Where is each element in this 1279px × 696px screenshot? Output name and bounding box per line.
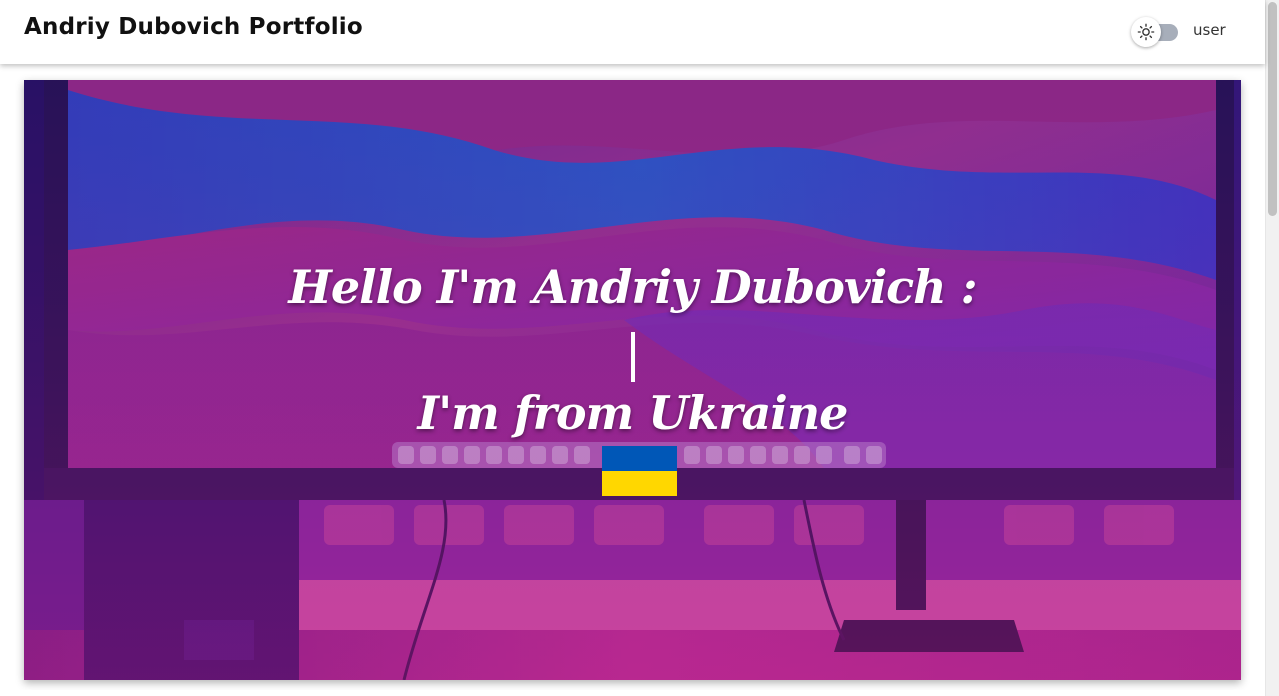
content-below-fold bbox=[0, 690, 1265, 696]
ukraine-flag-icon bbox=[602, 446, 677, 496]
theme-toggle-switch[interactable] bbox=[1131, 17, 1179, 47]
toggle-thumb[interactable] bbox=[1131, 17, 1161, 47]
typing-cursor bbox=[631, 332, 635, 382]
app-bar: Andriy Dubovich Portfolio user bbox=[0, 0, 1265, 64]
flag-blue-stripe bbox=[602, 446, 677, 471]
sun-icon bbox=[1137, 23, 1155, 41]
scrollbar-thumb[interactable] bbox=[1268, 2, 1277, 216]
vertical-scrollbar[interactable] bbox=[1265, 0, 1279, 696]
user-label[interactable]: user bbox=[1193, 21, 1226, 39]
site-title[interactable]: Andriy Dubovich Portfolio bbox=[24, 14, 363, 40]
hero-greeting: Hello I'm Andriy Dubovich : bbox=[288, 260, 977, 314]
page: Andriy Dubovich Portfolio user Hello I'm… bbox=[0, 0, 1279, 696]
hero-origin: I'm from Ukraine bbox=[417, 386, 849, 440]
hero-banner: Hello I'm Andriy Dubovich : I'm from Ukr… bbox=[24, 80, 1241, 680]
flag-yellow-stripe bbox=[602, 471, 677, 496]
